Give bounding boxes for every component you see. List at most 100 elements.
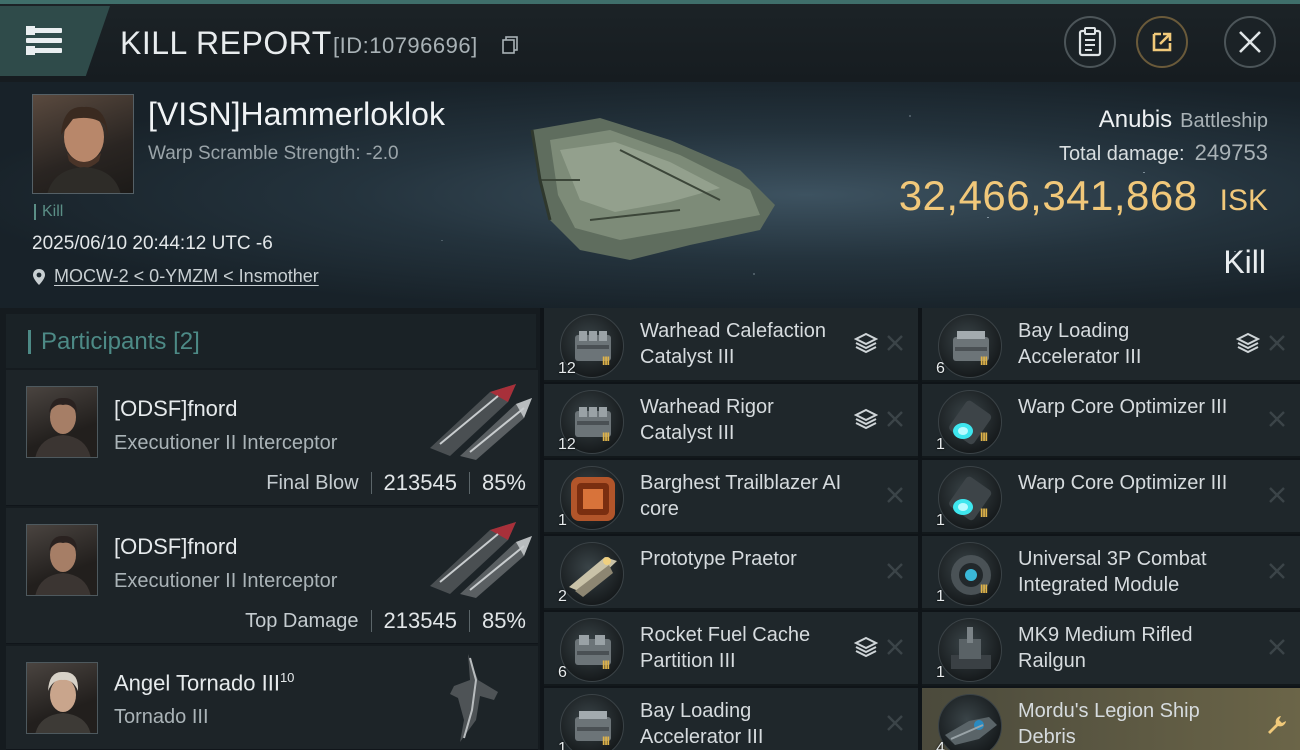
share-button[interactable]	[1136, 16, 1188, 68]
item-row[interactable]: III 1 Universal 3P Combat Integrated Modul…	[922, 536, 1300, 610]
dropped-items-grid: III 12 Warhead Calefaction Catalyst III III…	[544, 308, 1300, 750]
tier-badge: III	[980, 430, 988, 444]
participant-row[interactable]: [ODSF]fnord Executioner II Interceptor T…	[6, 508, 538, 644]
item-quantity: 1	[936, 588, 945, 605]
item-name: Warhead Calefaction Catalyst III	[640, 320, 827, 368]
close-icon[interactable]	[886, 410, 904, 428]
item-quantity: 6	[558, 664, 567, 681]
close-icon	[1239, 31, 1261, 53]
fuel-module-icon	[560, 618, 624, 682]
item-row[interactable]: 1 Barghest Trailblazer AI core	[544, 460, 918, 534]
close-icon[interactable]	[886, 334, 904, 352]
participant-row[interactable]: Angel Tornado III10 Tornado III	[6, 646, 538, 750]
victim-ship-image	[530, 118, 775, 260]
copy-icon[interactable]	[502, 36, 518, 54]
participants-header: Participants [2]	[6, 314, 536, 368]
isk-unit: ISK	[1219, 184, 1268, 217]
item-quantity: 1	[936, 664, 945, 681]
item-row[interactable]: 2 Prototype Praetor	[544, 536, 918, 610]
participant-ship-image	[430, 384, 532, 460]
location-pin-icon	[33, 268, 45, 285]
item-quantity: 4	[936, 740, 945, 750]
item-quantity: 1	[558, 512, 567, 529]
stack-icon[interactable]	[854, 408, 878, 430]
wrench-icon[interactable]	[1266, 714, 1288, 736]
close-icon[interactable]	[1268, 562, 1286, 580]
item-name: Prototype Praetor	[640, 548, 797, 570]
participant-ship-image	[430, 522, 532, 598]
item-row[interactable]: III 6 Bay Loading Accelerator III	[922, 308, 1300, 382]
tier-badge: III	[602, 430, 610, 444]
item-quantity: 1	[936, 512, 945, 529]
victim-portrait	[32, 94, 134, 194]
victim-name[interactable]: [VISN]Hammerloklok	[148, 96, 445, 133]
participant-damage: 213545	[383, 470, 457, 495]
participant-role: Final Blow	[266, 471, 359, 494]
kill-location[interactable]: MOCW-2 < 0-YMZM < Insmother	[32, 266, 319, 287]
kill-tag: Kill	[34, 204, 63, 220]
participant-damage: 213545	[383, 608, 457, 633]
item-name: Universal 3P Combat Integrated Module	[1018, 548, 1207, 596]
report-id: [ID:10796696]	[333, 33, 478, 58]
participant-portrait	[26, 386, 98, 458]
participant-percent: 85%	[481, 608, 526, 633]
item-name: Bay Loading Accelerator III	[640, 700, 764, 748]
item-name: Mordu's Legion Ship Debris	[1018, 700, 1200, 748]
close-icon[interactable]	[886, 714, 904, 732]
close-icon[interactable]	[1268, 334, 1286, 352]
menu-button[interactable]	[0, 6, 110, 76]
menu-icon	[26, 26, 62, 55]
kill-datetime: 2025/06/10 20:44:12 UTC -6	[32, 233, 273, 254]
total-damage-value: 249753	[1194, 140, 1268, 165]
close-icon[interactable]	[886, 638, 904, 656]
item-row[interactable]: III 1 Warp Core Optimizer III	[922, 460, 1300, 534]
participant-ship-image	[450, 654, 498, 742]
close-icon[interactable]	[886, 486, 904, 504]
tier-badge: III	[602, 658, 610, 672]
total-damage: Total damage: 249753	[1059, 140, 1268, 166]
clipboard-button[interactable]	[1064, 16, 1116, 68]
close-icon[interactable]	[886, 562, 904, 580]
result-label: Kill	[1223, 244, 1266, 280]
ship-name[interactable]: Anubis	[1099, 106, 1172, 133]
participants-count: [2]	[173, 328, 200, 355]
close-button[interactable]	[1224, 16, 1276, 68]
ship-info: Anubis Battleship	[1099, 106, 1268, 134]
stack-icon[interactable]	[1236, 332, 1260, 354]
close-icon[interactable]	[1268, 638, 1286, 656]
item-quantity: 1	[936, 436, 945, 453]
close-icon[interactable]	[1268, 410, 1286, 428]
close-icon[interactable]	[1268, 486, 1286, 504]
participant-row[interactable]: [ODSF]fnord Executioner II Interceptor F…	[6, 370, 538, 506]
item-name: Warhead Rigor Catalyst III	[640, 396, 774, 444]
item-row[interactable]: III 1 Bay Loading Accelerator III	[544, 688, 918, 750]
item-row[interactable]: III 12 Warhead Rigor Catalyst III	[544, 384, 918, 458]
tier-badge: III	[602, 354, 610, 368]
participant-stats: Top Damage 213545 85%	[245, 608, 526, 634]
item-row[interactable]: III 1 Warp Core Optimizer III	[922, 384, 1300, 458]
item-row[interactable]: 4 Mordu's Legion Ship Debris	[922, 688, 1300, 750]
page-title: KILL REPORT	[120, 25, 332, 61]
participant-role: Top Damage	[245, 609, 359, 632]
top-accent-line	[0, 0, 1300, 4]
combat-module-icon	[938, 542, 1002, 606]
item-quantity: 12	[558, 436, 576, 453]
bay-loading-module-icon	[560, 694, 624, 750]
stack-icon[interactable]	[854, 332, 878, 354]
location-link[interactable]: MOCW-2 < 0-YMZM < Insmother	[54, 266, 319, 287]
tier-badge: III	[602, 734, 610, 748]
item-name: Bay Loading Accelerator III	[1018, 320, 1142, 368]
tier-badge: III	[980, 354, 988, 368]
item-row[interactable]: III 12 Warhead Calefaction Catalyst III	[544, 308, 918, 382]
participant-percent: 85%	[481, 470, 526, 495]
item-quantity: 6	[936, 360, 945, 377]
participant-portrait	[26, 662, 98, 734]
participant-name: [ODSF]fnord	[114, 396, 238, 421]
item-row[interactable]: III 6 Rocket Fuel Cache Partition III	[544, 612, 918, 686]
participants-label: Participants	[41, 328, 167, 355]
stack-icon[interactable]	[854, 636, 878, 658]
participants-panel: Participants [2] [ODSF]fnord Executioner…	[0, 308, 540, 750]
item-row[interactable]: 1 MK9 Medium Rifled Railgun	[922, 612, 1300, 686]
warp-core-icon	[938, 390, 1002, 454]
participant-portrait	[26, 524, 98, 596]
